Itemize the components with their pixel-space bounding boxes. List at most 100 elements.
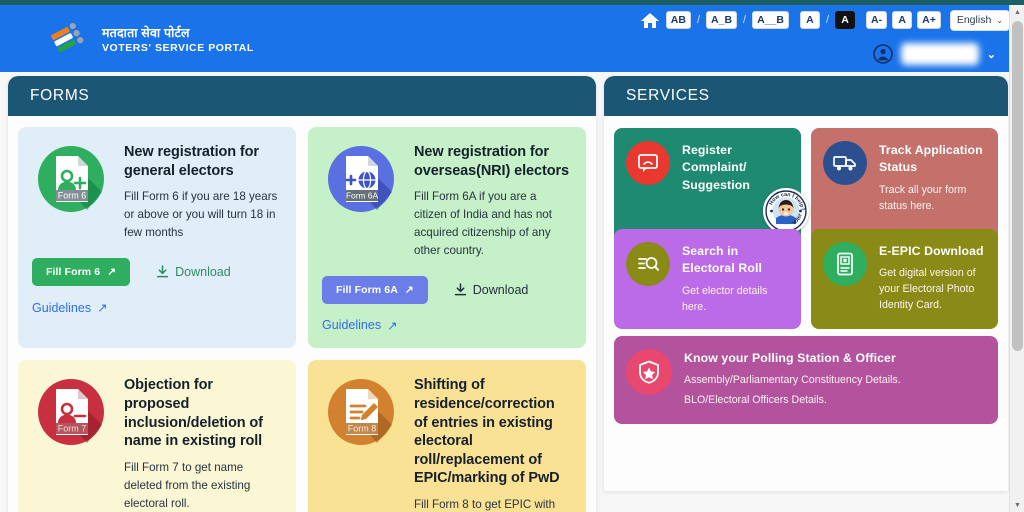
form-badge-label: Form 6	[58, 191, 87, 201]
page-scrollbar[interactable]: ▲ ▼	[1009, 5, 1024, 512]
chevron-down-icon: ⌄	[996, 15, 1003, 25]
service-title: Search in Electoral Roll	[682, 244, 762, 276]
service-title: Register Complaint/ Suggestion	[682, 143, 750, 192]
forms-grid: Form 6 New registration for general elec…	[8, 116, 596, 512]
service-text: Know your Polling Station & Officer Asse…	[684, 349, 986, 409]
brand-text: मतदाता सेवा पोर्टल VOTERS' SERVICE PORTA…	[102, 26, 254, 54]
home-icon[interactable]	[639, 9, 661, 31]
form-card-body: Objection for proposed inclusion/deletio…	[124, 373, 282, 512]
person-add-document-icon: Form 6	[32, 140, 110, 218]
contrast-light-button[interactable]: A	[799, 11, 820, 29]
external-link-arrow-icon: ↗	[97, 301, 108, 315]
page-root: मतदाता सेवा पोर्टल VOTERS' SERVICE PORTA…	[0, 0, 1024, 512]
service-subtitle: Track all your form status here.	[879, 183, 967, 212]
guidelines-form6a-label: Guidelines	[322, 318, 382, 333]
service-text: Search in Electoral Roll Get elector det…	[682, 242, 789, 316]
font-increase-button[interactable]: A+	[917, 11, 941, 29]
service-subtitle: Get digital version of your Electoral Ph…	[879, 267, 976, 312]
form-card-actions: Fill Form 6 ↗ Download	[32, 258, 282, 286]
service-title: Know your Polling Station & Officer	[684, 351, 896, 365]
download-form6-link[interactable]: Download	[156, 265, 231, 279]
form-card-description: Fill Form 6 if you are 18 years or above…	[124, 190, 278, 240]
service-subtitle-secondary: BLO/Electoral Officers Details.	[684, 394, 827, 407]
service-text: E-EPIC Download Get digital version of y…	[879, 242, 986, 314]
site-header: मतदाता सेवा पोर्टल VOTERS' SERVICE PORTA…	[0, 5, 1024, 72]
search-list-icon	[626, 242, 670, 286]
separator: /	[696, 14, 701, 26]
service-tile-polling-station[interactable]: Know your Polling Station & Officer Asse…	[614, 336, 998, 424]
id-card-icon	[823, 242, 867, 286]
services-panel: SERVICES Register Complaint/ Suggestion	[604, 76, 1008, 491]
download-form6a-link[interactable]: Download	[454, 282, 529, 297]
download-icon	[454, 283, 466, 296]
form-card-body: New registration for overseas(NRI) elect…	[414, 140, 572, 260]
scrollbar-thumb[interactable]	[1012, 21, 1023, 351]
form-card-title: New registration for general electors	[124, 144, 259, 179]
form-card-top: Form 7 Objection for proposed inclusion/…	[32, 373, 282, 512]
service-tile-search-electoral-roll[interactable]: Search in Electoral Roll Get elector det…	[614, 229, 801, 329]
form-badge-label: Form 8	[348, 424, 377, 434]
download-icon	[156, 265, 169, 278]
form-card-form8[interactable]: Form 8 Shifting of residence/correction …	[308, 360, 586, 512]
accessibility-toolbar: AB / A_B / A__B A / A A- A A+ English ⌄	[639, 9, 1010, 31]
fill-form6a-label: Fill Form 6A	[336, 283, 398, 296]
service-title: Track Application Status	[879, 143, 983, 175]
form-card-form7[interactable]: Form 7 Objection for proposed inclusion/…	[18, 360, 296, 512]
external-link-arrow-icon: ↗	[387, 318, 398, 333]
services-panel-title: SERVICES	[604, 76, 1008, 116]
letter-spacing-normal-button[interactable]: AB	[665, 11, 691, 29]
contrast-dark-button[interactable]: A	[835, 11, 856, 29]
download-form6a-label: Download	[472, 282, 529, 297]
service-text: Track Application Status Track all your …	[879, 141, 986, 215]
services-row-2: Search in Electoral Roll Get elector det…	[614, 229, 998, 329]
form-badge-label: Form 6A	[346, 191, 379, 201]
form-badge-label: Form 7	[58, 424, 87, 434]
brand-title-english: VOTERS' SERVICE PORTAL	[102, 42, 254, 55]
form-card-title: New registration for overseas(NRI) elect…	[414, 144, 569, 179]
form-card-title: Shifting of residence/correction of entr…	[414, 377, 560, 487]
scroll-down-arrow-icon[interactable]: ▼	[1010, 498, 1024, 512]
letter-spacing-medium-button[interactable]: A_B	[706, 11, 738, 29]
font-decrease-button[interactable]: A-	[866, 11, 888, 29]
form-card-top: Form 8 Shifting of residence/correction …	[322, 373, 572, 512]
chevron-down-icon: ⌄	[986, 48, 996, 61]
fill-form6a-button[interactable]: Fill Form 6A ↗	[322, 275, 428, 304]
brand-block[interactable]: मतदाता सेवा पोर्टल VOTERS' SERVICE PORTA…	[50, 21, 254, 59]
guidelines-form6-link[interactable]: Guidelines ↗	[32, 300, 108, 316]
letter-spacing-wide-button[interactable]: A__B	[752, 11, 789, 29]
form-card-actions: Fill Form 6A ↗ Download	[322, 275, 572, 304]
download-form6-label: Download	[175, 265, 231, 279]
fill-form6-button[interactable]: Fill Form 6 ↗	[32, 258, 131, 286]
form-card-description: Fill Form 7 to get name deleted from the…	[124, 460, 251, 510]
user-menu[interactable]: ⌄	[872, 43, 996, 65]
form-card-title: Objection for proposed inclusion/deletio…	[124, 377, 263, 450]
edit-document-icon: Form 8	[322, 373, 400, 451]
font-normal-button[interactable]: A	[892, 11, 913, 29]
service-tile-eepic-download[interactable]: E-EPIC Download Get digital version of y…	[811, 229, 998, 329]
voter-mitra-avatar[interactable]: How can I help? Voter Mitra	[763, 188, 809, 234]
form-card-top: Form 6 New registration for general elec…	[32, 140, 282, 242]
chat-bubble-icon	[626, 141, 670, 185]
external-link-arrow-icon: ↗	[404, 283, 414, 296]
service-title: E-EPIC Download	[879, 244, 984, 258]
guidelines-form6a-link[interactable]: Guidelines ↗	[322, 318, 398, 333]
shield-star-icon	[626, 349, 672, 395]
user-name-redacted	[900, 43, 979, 65]
truck-icon	[823, 141, 867, 185]
forms-panel-title: FORMS	[8, 76, 596, 116]
guidelines-form6-label: Guidelines	[32, 300, 92, 315]
language-selected-value: English	[956, 14, 992, 26]
eci-logo-icon	[50, 21, 90, 59]
scroll-up-arrow-icon[interactable]: ▲	[1010, 5, 1024, 19]
globe-add-document-icon: Form 6A	[322, 140, 400, 218]
person-remove-document-icon: Form 7	[32, 373, 110, 451]
service-subtitle: Assembly/Parliamentary Constituency Deta…	[684, 374, 901, 387]
form-card-form6a[interactable]: Form 6A New registration for overseas(NR…	[308, 127, 586, 349]
separator: /	[825, 14, 830, 26]
form-card-description: Fill Form 6A if you are a citizen of Ind…	[414, 190, 552, 257]
form-card-description: Fill Form 8 to get EPIC with	[414, 497, 556, 511]
language-selector[interactable]: English ⌄	[949, 9, 1010, 31]
brand-title-hindi: मतदाता सेवा पोर्टल	[102, 25, 190, 40]
separator: /	[743, 14, 747, 26]
form-card-form6[interactable]: Form 6 New registration for general elec…	[18, 127, 296, 349]
